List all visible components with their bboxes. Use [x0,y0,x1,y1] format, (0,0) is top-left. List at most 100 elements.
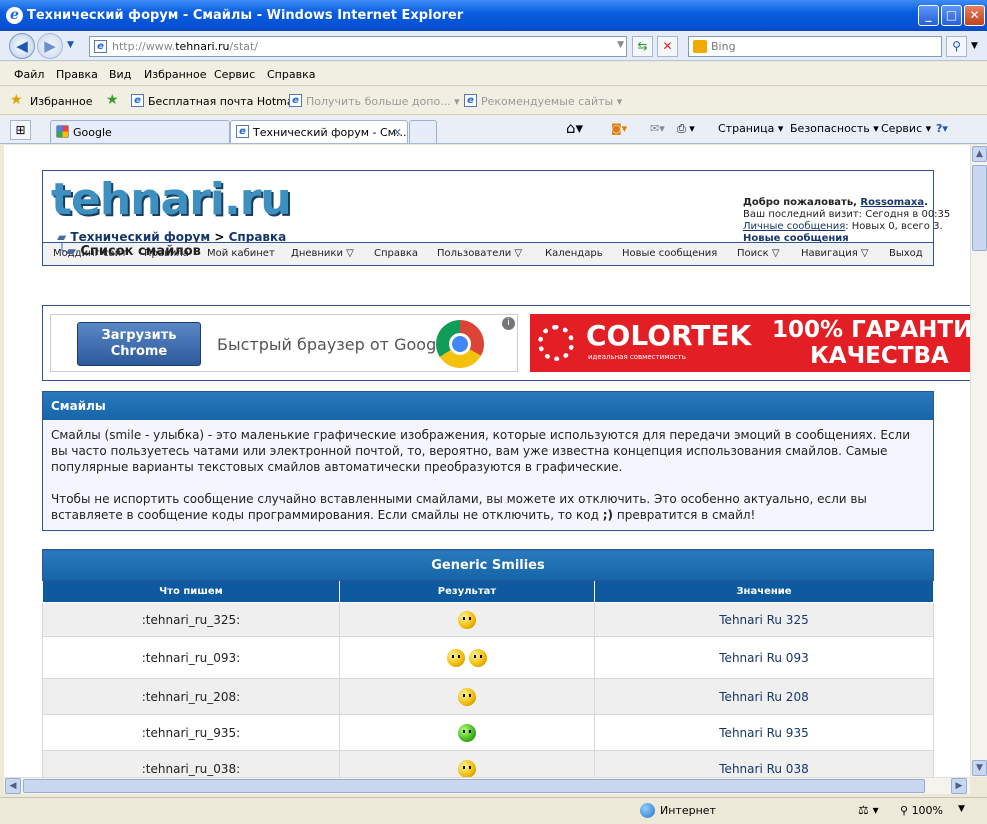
nav-new-posts[interactable]: Новые сообщения [622,248,717,259]
window-title: Технический форум - Смайлы - Windows Int… [27,8,464,23]
nav-calendar[interactable]: Календарь [545,248,603,259]
nav-navigation[interactable]: Навигация ▽ [801,248,869,259]
private-messages-link[interactable]: Личные сообщения [743,221,845,232]
add-favorite-icon[interactable]: ★ [106,92,119,108]
tab-forum[interactable]: e Технический форум - См... ✕ [230,120,408,143]
horizontal-scroll-thumb[interactable] [23,779,925,793]
menu-bar: Файл Правка Вид Избранное Сервис Справка [0,62,987,86]
nav-help[interactable]: Справка [374,248,418,259]
fav-suggested-sites[interactable]: e Рекомендуемые сайты ▾ [464,94,622,108]
home-icon[interactable]: ⌂▾ [566,119,583,137]
vertical-scrollbar[interactable]: ▲ ▼ [970,145,987,777]
print-icon[interactable]: ⎙ ▾ [677,122,695,136]
scroll-up-icon[interactable]: ▲ [972,146,987,162]
status-bar: Интернет ⚖ ▾ ⚲ 100% ▼ [0,797,987,824]
search-options-icon[interactable]: ▼ [971,41,978,51]
scroll-down-icon[interactable]: ▼ [972,760,987,776]
history-dropdown-icon[interactable]: ▼ [67,40,74,50]
horizontal-scrollbar[interactable]: ◀ ▶ [4,777,970,794]
maximize-button[interactable]: □ [941,5,962,26]
zoom-control[interactable]: ⚲ 100% [900,804,943,817]
tab-google[interactable]: Google [50,120,230,143]
help-icon[interactable]: ?▾ [936,122,948,135]
chrome-ad-text: Быстрый браузер от Google [217,335,451,354]
nav-diaries[interactable]: Дневники ▽ [291,248,354,259]
download-chrome-button[interactable]: Загрузить Chrome [77,322,201,366]
smilies-info-panel: Смайлы Смайлы (smile - улыбка) - это мал… [42,391,934,531]
search-icon[interactable]: ⚲ [946,36,967,57]
feeds-icon[interactable]: ◙▾ [611,122,627,135]
vertical-scroll-thumb[interactable] [972,165,987,251]
colortek-slogan-1: 100% ГАРАНТИЯ [772,317,970,343]
smiley-image [339,750,595,777]
nav-cabinet[interactable]: Мой кабинет [207,248,275,259]
site-logo[interactable]: tehnari.ru [51,177,292,223]
forward-button[interactable]: ▶ [37,33,63,59]
smiley-icon [458,687,476,706]
table-row: :tehnari_ru_038: Tehnari Ru 038 [42,750,934,777]
colortek-brand: COLORTEK [586,319,752,352]
scroll-left-icon[interactable]: ◀ [5,778,21,794]
minimize-button[interactable]: _ [918,5,939,26]
fav-more-addons[interactable]: e Получить больше допо... ▾ [289,94,460,108]
nav-search[interactable]: Поиск ▽ [737,248,780,259]
page-menu[interactable]: Страница ▾ [718,122,783,135]
fav-hotmail[interactable]: e Бесплатная почта Hotmail [131,94,300,108]
chrome-ad[interactable]: Загрузить Chrome Быстрый браузер от Goog… [50,314,518,372]
smiley-image [339,602,595,637]
close-tab-icon[interactable]: ✕ [393,126,402,139]
window-title-bar[interactable]: e Технический форум - Смайлы - Windows I… [0,0,987,31]
safety-menu[interactable]: Безопасность ▾ [790,122,879,135]
table-row: :tehnari_ru_208: Tehnari Ru 208 [42,678,934,715]
column-header-code: Что пишем [42,580,340,603]
url-domain: tehnari.ru [175,40,230,53]
google-icon [56,125,69,138]
favorites-button[interactable]: Избранное [30,95,92,108]
menu-edit[interactable]: Правка [56,68,98,81]
address-dropdown-icon[interactable]: ▼ [617,40,624,50]
page-icon: e [94,40,107,53]
smiley-code: :tehnari_ru_935: [42,714,340,751]
column-header-result: Результат [339,580,595,603]
protected-mode-icon[interactable]: ⚖ ▾ [858,803,879,817]
back-button[interactable]: ◀ [9,33,35,59]
menu-favorites[interactable]: Избранное [144,68,206,81]
smiley-image [339,636,595,679]
ad-banner: Загрузить Chrome Быстрый браузер от Goog… [42,305,970,381]
mail-icon[interactable]: ✉▾ [650,122,665,135]
tab-google-label: Google [73,126,112,139]
scroll-right-icon[interactable]: ▶ [951,778,967,794]
page-title: └▰ Список смайлов [58,244,201,259]
nav-logout[interactable]: Выход [889,248,923,259]
smiley-icon [468,648,487,667]
refresh-icon[interactable]: ⇆ [632,36,653,57]
smilies-table: Generic Smilies Что пишем Результат Знач… [42,549,934,777]
ad-info-icon[interactable]: i [502,317,515,330]
menu-view[interactable]: Вид [109,68,131,81]
username-link[interactable]: Rossomaxa [860,197,924,208]
panel-body: Смайлы (smile - улыбка) - это маленькие … [43,420,933,530]
stop-icon[interactable]: ✕ [657,36,678,57]
menu-help[interactable]: Справка [267,68,315,81]
security-zone: Интернет [660,804,716,817]
menu-tools[interactable]: Сервис [214,68,255,81]
new-tab-button[interactable] [409,120,437,143]
tab-forum-icon: e [236,125,249,138]
colortek-ad[interactable]: COLORTEK идеальная совместимость 100% ГА… [530,314,970,372]
welcome-text: Добро пожаловать, [743,197,857,208]
tools-menu[interactable]: Сервис ▾ [881,122,931,135]
address-input[interactable]: e http://www.tehnari.ru/stat/ ▼ [89,36,627,57]
nav-users[interactable]: Пользователи ▽ [437,248,522,259]
chrome-logo-icon [436,320,484,368]
smiley-image [339,714,595,751]
tab-bar: ⊞ Google e Технический форум - См... ✕ ⌂… [0,116,987,144]
close-button[interactable]: ✕ [964,5,985,26]
folder-open-icon: └▰ [58,244,76,259]
quick-tabs-icon[interactable]: ⊞ [10,120,31,140]
smiley-code: :tehnari_ru_093: [42,636,340,679]
panel-heading: Смайлы [43,392,933,420]
search-input[interactable]: Bing [688,36,942,57]
zoom-dropdown-icon[interactable]: ▼ [958,804,965,814]
menu-file[interactable]: Файл [14,68,44,81]
colortek-slogan-2: КАЧЕСТВА [810,343,949,369]
